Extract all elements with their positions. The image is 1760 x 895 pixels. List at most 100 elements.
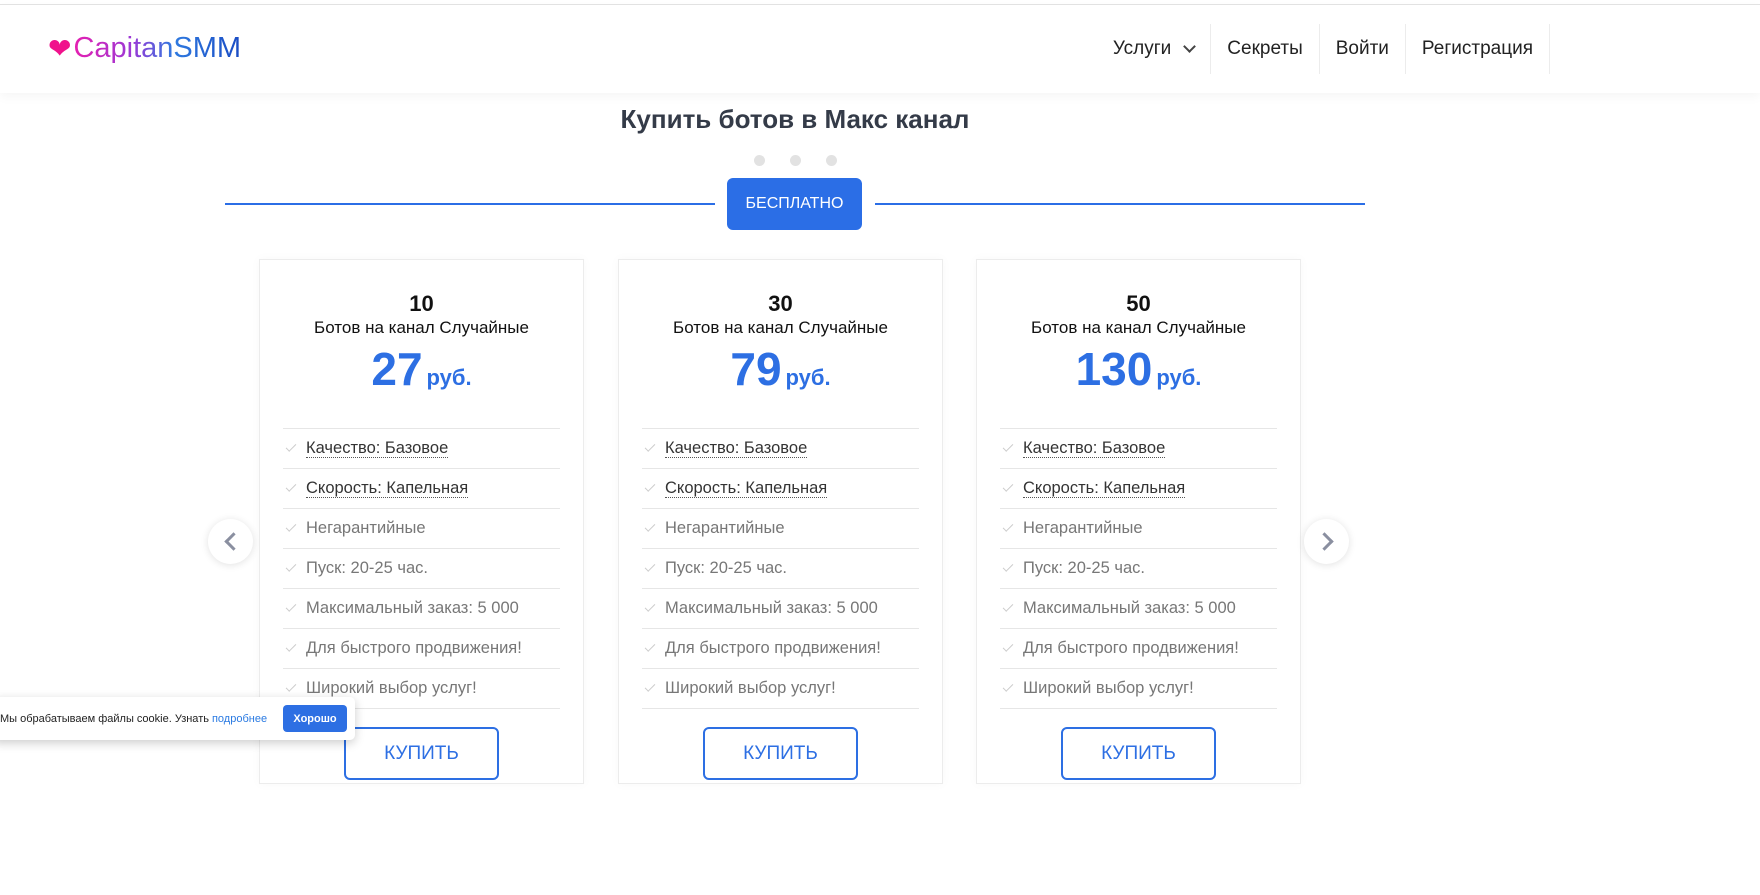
feature-text[interactable]: Качество: Базовое <box>665 439 808 458</box>
feature-text: Широкий выбор услуг! <box>306 679 477 697</box>
feature-item: Качество: Базовое <box>1000 429 1277 469</box>
divider <box>1549 24 1550 74</box>
feature-item: Скорость: Капельная <box>283 469 560 509</box>
feature-text: Пуск: 20-25 час. <box>665 559 787 577</box>
feature-item: Качество: Базовое <box>642 429 919 469</box>
cookie-text: Мы обрабатываем файлы cookie. Узнать <box>0 712 209 725</box>
feature-list: Качество: Базовое Скорость: Капельная Нега… <box>1000 428 1277 709</box>
feature-item: Пуск: 20-25 час. <box>1000 549 1277 589</box>
price-currency: руб. <box>785 365 831 390</box>
feature-item: Максимальный заказ: 5 000 <box>283 589 560 629</box>
chevron-down-icon <box>1183 39 1197 53</box>
check-icon <box>644 681 656 692</box>
price: 79 руб. <box>642 342 919 406</box>
feature-item: Для быстрого продвижения! <box>283 629 560 669</box>
feature-item: Негарантийные <box>642 509 919 549</box>
buy-button[interactable]: КУПИТЬ <box>703 727 858 780</box>
check-icon <box>1002 481 1014 492</box>
feature-text: Пуск: 20-25 час. <box>1023 559 1145 577</box>
nav-secrets[interactable]: Секреты <box>1211 5 1318 93</box>
feature-text: Негарантийные <box>665 519 785 537</box>
check-icon <box>644 601 656 612</box>
logo-text: CapitanSMM <box>73 32 242 64</box>
feature-item: Качество: Базовое <box>283 429 560 469</box>
feature-text: Для быстрого продвижения! <box>1023 639 1239 657</box>
logo[interactable]: ❤ CapitanSMM <box>48 32 241 65</box>
buy-button[interactable]: КУПИТЬ <box>1061 727 1216 780</box>
pricing-card: 30 Ботов на канал Случайные 79 руб. Качес… <box>618 259 943 784</box>
tab-free[interactable]: БЕСПЛАТНО <box>727 178 862 230</box>
check-icon <box>1002 561 1014 572</box>
bot-amount: 30 <box>768 291 793 316</box>
feature-text: Негарантийные <box>1023 519 1143 537</box>
check-icon <box>644 481 656 492</box>
check-icon <box>1002 441 1014 452</box>
check-icon <box>644 641 656 652</box>
chevron-right-icon <box>1314 532 1334 551</box>
next-arrow-button[interactable] <box>1304 519 1349 564</box>
feature-item: Негарантийные <box>1000 509 1277 549</box>
feature-item: Максимальный заказ: 5 000 <box>1000 589 1277 629</box>
card-subtitle: Ботов на канал Случайные <box>1031 318 1246 337</box>
nav-label: Услуги <box>1112 38 1172 59</box>
price-value: 130 <box>1075 343 1153 395</box>
price: 130 руб. <box>1000 342 1277 406</box>
carousel-dot[interactable] <box>826 155 837 166</box>
pricing-card: 50 Ботов на канал Случайные 130 руб. Каче… <box>976 259 1301 784</box>
cookie-accept-button[interactable]: Хорошо <box>283 705 347 732</box>
nav-services[interactable]: Услуги <box>1097 5 1210 93</box>
main-nav: Услуги Секреты Войти Регистрация <box>1097 5 1550 93</box>
check-icon <box>1002 521 1014 532</box>
check-icon <box>285 481 297 492</box>
heart-icon: ❤ <box>48 33 72 64</box>
nav-register[interactable]: Регистрация <box>1406 5 1549 93</box>
price-value: 79 <box>730 343 782 395</box>
nav-login[interactable]: Войти <box>1320 5 1405 93</box>
price-value: 27 <box>371 343 423 395</box>
feature-item: Широкий выбор услуг! <box>642 669 919 709</box>
feature-item: Максимальный заказ: 5 000 <box>642 589 919 629</box>
check-icon <box>285 681 297 692</box>
check-icon <box>1002 641 1014 652</box>
price-currency: руб. <box>426 365 472 390</box>
check-icon <box>1002 601 1014 612</box>
check-icon <box>1002 681 1014 692</box>
check-icon <box>644 441 656 452</box>
feature-item: Для быстрого продвижения! <box>642 629 919 669</box>
feature-text[interactable]: Качество: Базовое <box>1023 439 1166 458</box>
prev-arrow-button[interactable] <box>208 519 253 564</box>
feature-text[interactable]: Качество: Базовое <box>306 439 449 458</box>
feature-text[interactable]: Скорость: Капельная <box>306 479 469 498</box>
cookie-banner: Мы обрабатываем файлы cookie. Узнать под… <box>0 697 355 740</box>
feature-item: Негарантийные <box>283 509 560 549</box>
feature-item: Пуск: 20-25 час. <box>642 549 919 589</box>
card-subtitle: Ботов на канал Случайные <box>673 318 888 337</box>
check-icon <box>644 561 656 572</box>
carousel-dot[interactable] <box>754 155 765 166</box>
feature-text: Максимальный заказ: 5 000 <box>665 599 878 617</box>
divider-line <box>225 203 715 205</box>
check-icon <box>285 561 297 572</box>
check-icon <box>285 441 297 452</box>
cookie-more-link[interactable]: подробнее <box>212 713 267 725</box>
card-subtitle: Ботов на канал Случайные <box>314 318 529 337</box>
feature-text: Для быстрого продвижения! <box>665 639 881 657</box>
divider-line <box>875 203 1365 205</box>
feature-list: Качество: Базовое Скорость: Капельная Нега… <box>642 428 919 709</box>
check-icon <box>644 521 656 532</box>
feature-text: Пуск: 20-25 час. <box>306 559 428 577</box>
page-title: Купить ботов в Макс канал <box>620 104 970 134</box>
feature-text[interactable]: Скорость: Капельная <box>1023 479 1186 498</box>
feature-text[interactable]: Скорость: Капельная <box>665 479 828 498</box>
carousel-dot[interactable] <box>790 155 801 166</box>
feature-text: Широкий выбор услуг! <box>665 679 836 697</box>
price: 27 руб. <box>283 342 560 406</box>
buy-button[interactable]: КУПИТЬ <box>344 727 499 780</box>
check-icon <box>285 601 297 612</box>
feature-text: Максимальный заказ: 5 000 <box>306 599 519 617</box>
carousel-dots <box>754 155 837 166</box>
feature-item: Широкий выбор услуг! <box>1000 669 1277 709</box>
feature-text: Для быстрого продвижения! <box>306 639 522 657</box>
chevron-left-icon <box>223 532 243 551</box>
feature-item: Скорость: Капельная <box>1000 469 1277 509</box>
